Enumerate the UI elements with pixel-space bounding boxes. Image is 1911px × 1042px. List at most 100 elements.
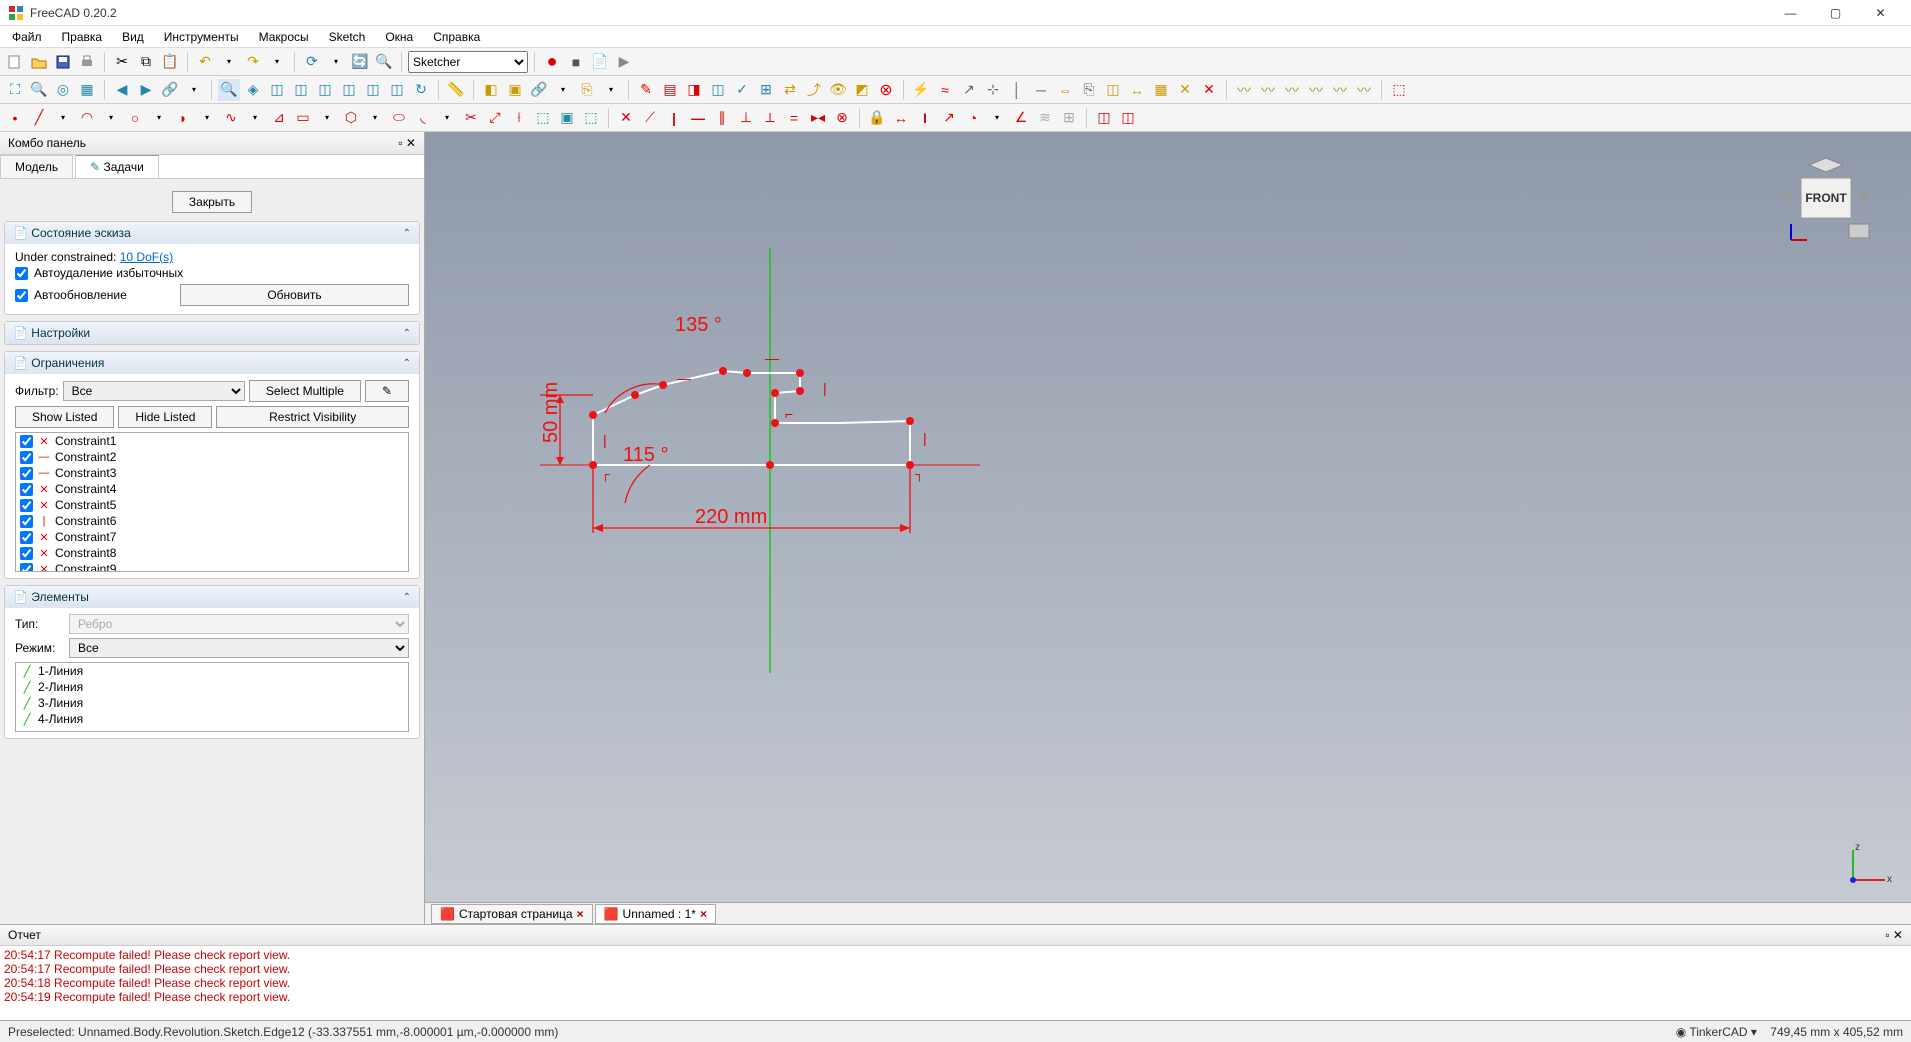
- collapse-icon[interactable]: ⌃: [403, 358, 411, 369]
- constraint-checkbox[interactable]: [20, 531, 33, 544]
- play-icon[interactable]: ▶: [613, 51, 635, 73]
- sketch-leave-icon[interactable]: ⤴: [803, 79, 825, 101]
- rear-icon[interactable]: ◫: [338, 79, 360, 101]
- constraint-checkbox[interactable]: [20, 435, 33, 448]
- maximize-button[interactable]: ▢: [1813, 1, 1858, 25]
- select-conflicting-icon[interactable]: ⚡: [910, 79, 932, 101]
- list-item[interactable]: ✕Constraint8: [16, 545, 408, 561]
- list-item[interactable]: |Constraint6: [16, 513, 408, 529]
- close-sketch-button[interactable]: Закрыть: [172, 191, 252, 213]
- external-icon[interactable]: ⬚: [532, 107, 554, 129]
- bspline-insert-icon[interactable]: 〰: [1353, 79, 1375, 101]
- settings-button[interactable]: ✎: [365, 380, 409, 402]
- nav-right-icon[interactable]: ▶: [135, 79, 157, 101]
- split-icon[interactable]: ⟊: [508, 107, 530, 129]
- arc-icon[interactable]: ◠: [76, 107, 98, 129]
- close-icon[interactable]: ×: [577, 907, 584, 921]
- list-item[interactable]: —Constraint3: [16, 465, 408, 481]
- elements-header[interactable]: 📄 Элементы ⌃: [5, 586, 419, 608]
- minimize-button[interactable]: —: [1768, 1, 1813, 25]
- fit-sel-icon[interactable]: 🔍: [28, 79, 50, 101]
- rotate-icon[interactable]: ↻: [410, 79, 432, 101]
- line-icon[interactable]: ╱: [28, 107, 50, 129]
- constraint-checkbox[interactable]: [20, 563, 33, 573]
- new-icon[interactable]: [4, 51, 26, 73]
- constraint-checkbox[interactable]: [20, 483, 33, 496]
- sketch-section-icon[interactable]: ◩: [851, 79, 873, 101]
- polyline-icon[interactable]: ⊿: [268, 107, 290, 129]
- select-haxis-icon[interactable]: ─: [1030, 79, 1052, 101]
- list-item[interactable]: ╱2-Линия: [16, 679, 408, 695]
- perpendicular-icon[interactable]: ⊥: [735, 107, 757, 129]
- sketch-map-icon[interactable]: ◨: [683, 79, 705, 101]
- reload-icon[interactable]: 🔄: [349, 51, 371, 73]
- tangent-icon[interactable]: ⟂: [759, 107, 781, 129]
- constraints-list[interactable]: ✕Constraint1 —Constraint2 —Constraint3 ✕…: [15, 432, 409, 572]
- menu-view[interactable]: Вид: [114, 28, 152, 46]
- select-elements-icon[interactable]: ↗: [958, 79, 980, 101]
- delete-constraints-icon[interactable]: ✕: [1198, 79, 1220, 101]
- sketch-new-icon[interactable]: ✎: [635, 79, 657, 101]
- sketch-merge-icon[interactable]: ⊞: [755, 79, 777, 101]
- print-icon[interactable]: [76, 51, 98, 73]
- bspline-dec-icon[interactable]: 〰: [1305, 79, 1327, 101]
- menu-macros[interactable]: Макросы: [251, 28, 317, 46]
- cut-icon[interactable]: ✂: [111, 51, 133, 73]
- link-icon[interactable]: 🔗: [159, 79, 181, 101]
- list-item[interactable]: —Constraint2: [16, 449, 408, 465]
- left-icon[interactable]: ◫: [386, 79, 408, 101]
- fit-all-icon[interactable]: ⛶: [4, 79, 26, 101]
- iso-icon[interactable]: ◈: [242, 79, 264, 101]
- block-icon[interactable]: ⊗: [831, 107, 853, 129]
- constraint-checkbox[interactable]: [20, 547, 33, 560]
- rect-menu-icon[interactable]: ▾: [316, 107, 338, 129]
- draw-style-icon[interactable]: ◎: [52, 79, 74, 101]
- polygon-menu-icon[interactable]: ▾: [364, 107, 386, 129]
- undo-icon[interactable]: ↶: [194, 51, 216, 73]
- copy2-icon[interactable]: ◫: [1102, 79, 1124, 101]
- copy-icon[interactable]: ⧉: [135, 51, 157, 73]
- menu-file[interactable]: Файл: [4, 28, 50, 46]
- elements-list[interactable]: ╱1-Линия ╱2-Линия ╱3-Линия ╱4-Линия: [15, 662, 409, 732]
- hide-listed-button[interactable]: Hide Listed: [118, 406, 212, 428]
- constraints-header[interactable]: 📄 Ограничения ⌃: [5, 352, 419, 374]
- what-icon[interactable]: 🔍: [373, 51, 395, 73]
- navigation-cube[interactable]: FRONT: [1771, 152, 1881, 242]
- dof-link[interactable]: 10 DoF(s): [120, 250, 173, 264]
- 3d-viewport[interactable]: | — — | ⌐ | ┌ ┐ 135 ° 115 ° 50 mm 22: [425, 132, 1911, 924]
- measure-icon[interactable]: 📏: [445, 79, 467, 101]
- toggle-driving-icon[interactable]: ◫: [1093, 107, 1115, 129]
- settings-header[interactable]: 📄 Настройки ⌃: [5, 322, 419, 344]
- conic-icon[interactable]: ◗: [172, 107, 194, 129]
- bspline-menu-icon[interactable]: ▾: [244, 107, 266, 129]
- auto-update-checkbox[interactable]: [15, 289, 28, 302]
- select-multiple-button[interactable]: Select Multiple: [249, 380, 361, 402]
- sketch-mirror-icon[interactable]: ⇄: [779, 79, 801, 101]
- paste-icon[interactable]: 📋: [159, 51, 181, 73]
- close-button[interactable]: ✕: [1858, 1, 1903, 25]
- circle-menu-icon[interactable]: ▾: [148, 107, 170, 129]
- sketch-reorient-icon[interactable]: ◫: [707, 79, 729, 101]
- record-icon[interactable]: ●: [541, 51, 563, 73]
- line-menu-icon[interactable]: ▾: [52, 107, 74, 129]
- sketch-canvas[interactable]: | — — | ⌐ | ┌ ┐ 135 ° 115 ° 50 mm 22: [425, 132, 1911, 924]
- doc-tab-start[interactable]: 🟥 Стартовая страница ×: [431, 904, 593, 924]
- right-icon[interactable]: ◫: [314, 79, 336, 101]
- report-view[interactable]: 20:54:17 Recompute failed! Please check …: [0, 946, 1911, 1020]
- report-controls[interactable]: ▫ ✕: [1885, 928, 1903, 942]
- horizontal-icon[interactable]: —: [687, 107, 709, 129]
- part-icon[interactable]: ◧: [480, 79, 502, 101]
- refresh-icon[interactable]: ⟳: [301, 51, 323, 73]
- sketch-edit-icon[interactable]: ▤: [659, 79, 681, 101]
- fillet-icon[interactable]: ◟: [412, 107, 434, 129]
- fillet-menu-icon[interactable]: ▾: [436, 107, 458, 129]
- bspline-knot-icon[interactable]: 〰: [1257, 79, 1279, 101]
- parallel-icon[interactable]: ∥: [711, 107, 733, 129]
- list-item[interactable]: ✕Constraint5: [16, 497, 408, 513]
- remove-align-icon[interactable]: ✕: [1174, 79, 1196, 101]
- sketch-state-header[interactable]: 📄 Состояние эскиза ⌃: [5, 222, 419, 244]
- menu-tools[interactable]: Инструменты: [156, 28, 247, 46]
- lock-icon[interactable]: 🔒: [866, 107, 888, 129]
- menu-help[interactable]: Справка: [425, 28, 488, 46]
- doc-tab-unnamed[interactable]: 🟥 Unnamed : 1* ×: [595, 904, 716, 924]
